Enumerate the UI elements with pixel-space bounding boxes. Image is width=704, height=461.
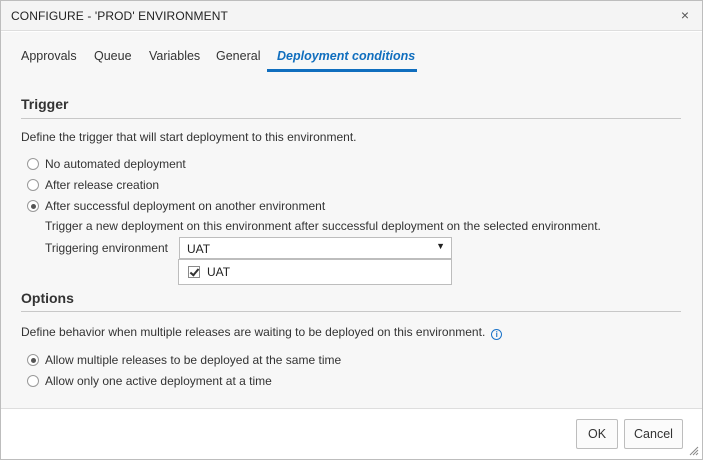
radio-after-successful-deployment[interactable]: After successful deployment on another e… bbox=[27, 198, 325, 214]
radio-button[interactable] bbox=[27, 354, 39, 366]
radio-button[interactable] bbox=[27, 200, 39, 212]
radio-after-release-creation[interactable]: After release creation bbox=[27, 177, 159, 193]
environment-dropdown-list: UAT bbox=[178, 259, 452, 285]
active-tab-indicator bbox=[267, 69, 417, 72]
tab-bar: Approvals Queue Variables General Deploy… bbox=[1, 32, 702, 74]
select-value: UAT bbox=[187, 242, 211, 256]
dropdown-item-label: UAT bbox=[207, 265, 231, 279]
ok-button[interactable]: OK bbox=[576, 419, 618, 449]
configure-environment-dialog: CONFIGURE - 'PROD' ENVIRONMENT × Approva… bbox=[0, 0, 703, 460]
info-icon[interactable]: i bbox=[491, 329, 503, 340]
trigger-description: Define the trigger that will start deplo… bbox=[21, 130, 357, 144]
dialog-footer: OK Cancel bbox=[1, 408, 702, 459]
trigger-subtext: Trigger a new deployment on this environ… bbox=[45, 219, 601, 233]
trigger-heading: Trigger bbox=[21, 96, 69, 112]
triggering-environment-select[interactable]: UAT ▼ bbox=[179, 237, 452, 259]
radio-allow-multiple-releases[interactable]: Allow multiple releases to be deployed a… bbox=[27, 352, 341, 368]
cancel-button[interactable]: Cancel bbox=[624, 419, 683, 449]
dialog-content: Approvals Queue Variables General Deploy… bbox=[1, 32, 702, 408]
tab-queue[interactable]: Queue bbox=[94, 49, 132, 63]
resize-grip-icon[interactable] bbox=[689, 446, 699, 456]
radio-label: Allow multiple releases to be deployed a… bbox=[45, 353, 342, 367]
radio-allow-one-active-deployment[interactable]: Allow only one active deployment at a ti… bbox=[27, 373, 272, 389]
dialog-title: CONFIGURE - 'PROD' ENVIRONMENT bbox=[11, 9, 228, 23]
radio-button[interactable] bbox=[27, 158, 39, 170]
close-icon[interactable]: × bbox=[678, 7, 692, 23]
radio-label: No automated deployment bbox=[45, 157, 186, 171]
radio-button[interactable] bbox=[27, 375, 39, 387]
radio-label: After successful deployment on another e… bbox=[45, 199, 326, 213]
options-heading: Options bbox=[21, 290, 74, 306]
options-description-row: Define behavior when multiple releases a… bbox=[21, 325, 503, 340]
options-description: Define behavior when multiple releases a… bbox=[21, 325, 486, 339]
triggering-environment-label: Triggering environment bbox=[45, 241, 168, 255]
trigger-divider bbox=[21, 118, 681, 119]
tab-approvals[interactable]: Approvals bbox=[21, 49, 77, 63]
options-divider bbox=[21, 311, 681, 312]
chevron-down-icon[interactable]: ▼ bbox=[436, 241, 445, 251]
radio-no-automated-deployment[interactable]: No automated deployment bbox=[27, 156, 186, 172]
dropdown-item-uat[interactable]: UAT bbox=[188, 265, 230, 279]
tab-general[interactable]: General bbox=[216, 49, 260, 63]
tab-deployment-conditions[interactable]: Deployment conditions bbox=[277, 49, 415, 63]
radio-label: Allow only one active deployment at a ti… bbox=[45, 374, 272, 388]
radio-button[interactable] bbox=[27, 179, 39, 191]
radio-label: After release creation bbox=[45, 178, 160, 192]
dialog-titlebar: CONFIGURE - 'PROD' ENVIRONMENT × bbox=[1, 1, 702, 31]
checkmark-icon[interactable] bbox=[188, 266, 200, 278]
tab-variables[interactable]: Variables bbox=[149, 49, 200, 63]
